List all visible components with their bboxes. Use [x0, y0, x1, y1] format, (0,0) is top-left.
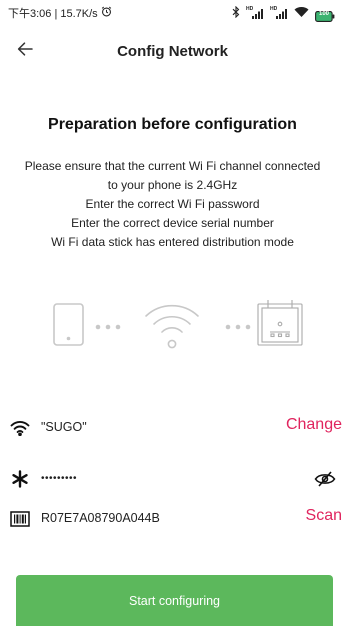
status-bar: 下午3:06 | 15.7K/s HD HD 100 [0, 0, 345, 24]
instruction-line: Wi Fi data stick has entered distributio… [51, 235, 294, 249]
wifi-ssid: "SUGO" [41, 420, 87, 434]
wifi-row: "SUGO" Change [0, 413, 345, 443]
barcode-icon [9, 508, 31, 530]
bluetooth-icon [232, 5, 240, 23]
preparation-title: Preparation before configuration [48, 116, 297, 133]
cell-signal-icon: HD [246, 6, 264, 20]
status-left: 下午3:06 | 15.7K/s [8, 5, 112, 21]
phone-icon [53, 303, 84, 346]
connection-illustration [53, 300, 303, 349]
page-title: Config Network [117, 43, 228, 60]
start-configuring-button[interactable]: Start configuring [16, 575, 333, 626]
dots-right-icon [225, 324, 251, 330]
wifi-signal-icon [145, 304, 199, 349]
preparation-instructions: Please ensure that the current Wi Fi cha… [0, 157, 345, 252]
dots-left-icon [95, 324, 121, 330]
battery-icon: 100 [315, 9, 335, 22]
cell-signal-icon-2: HD [270, 6, 288, 20]
instruction-line: Please ensure that the current Wi Fi cha… [24, 159, 321, 173]
scan-button[interactable]: Scan [306, 507, 342, 525]
alarm-icon [101, 6, 112, 20]
wifi-status-icon [294, 5, 309, 23]
asterisk-icon [9, 468, 31, 490]
status-time-speed: 下午3:06 | 15.7K/s [8, 8, 98, 20]
data-stick-icon [257, 300, 303, 346]
instruction-line: to your phone is 2.4GHz [107, 178, 238, 192]
password-input[interactable]: ••••••••• [41, 473, 77, 484]
hide-password-icon[interactable] [314, 469, 336, 489]
serial-row: R07E7A08790A044B Scan [0, 504, 345, 534]
change-wifi-button[interactable]: Change [286, 416, 342, 434]
instruction-line: Enter the correct device serial number [71, 216, 274, 230]
serial-number-input[interactable]: R07E7A08790A044B [41, 511, 160, 525]
instruction-line: Enter the correct Wi Fi password [85, 197, 260, 211]
status-right: HD HD 100 [232, 5, 335, 23]
header: Config Network [0, 30, 345, 74]
wifi-icon [9, 417, 31, 439]
password-row: ••••••••• [0, 464, 345, 494]
